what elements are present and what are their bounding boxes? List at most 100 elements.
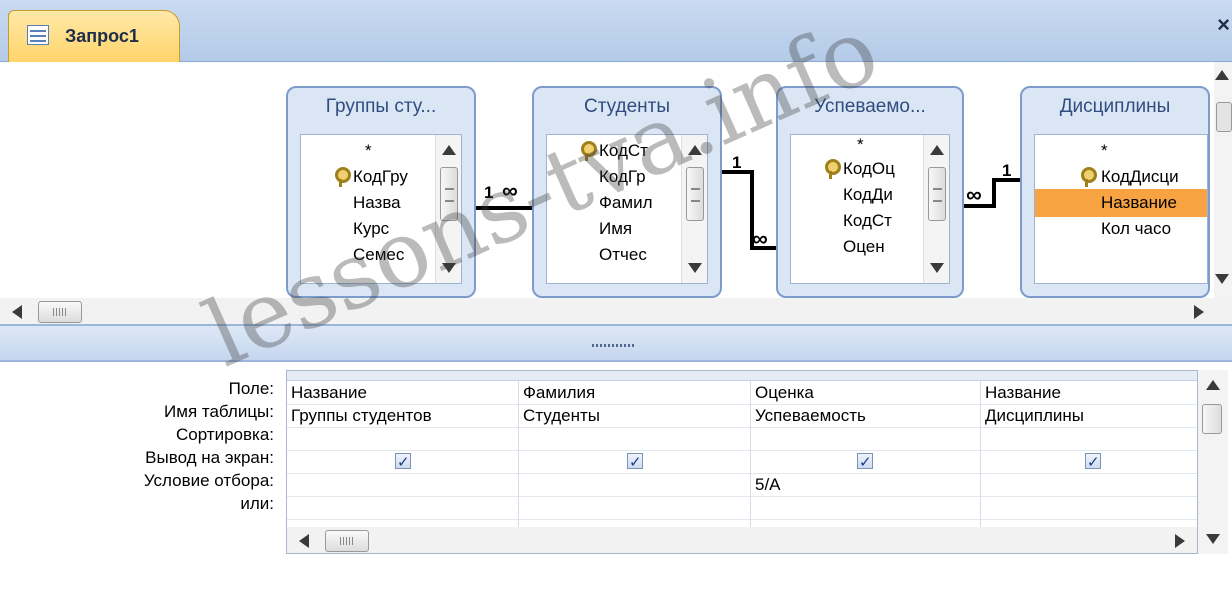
primary-key-icon	[581, 141, 597, 161]
tab-query1[interactable]: Запрос1	[8, 10, 180, 62]
relationship-one-label: 1	[484, 183, 494, 202]
table-design-pane: Группы сту... * КодГру Назва Курс Семес …	[0, 62, 1232, 324]
splitter-grip[interactable]	[592, 344, 636, 347]
primary-key-icon	[825, 159, 841, 179]
table-box-grades[interactable]: Успеваемо... * КодОц КодДи КодСт Оцен	[776, 86, 964, 298]
scroll-thumb[interactable]	[928, 167, 946, 221]
field-item[interactable]: КодДисци	[1101, 163, 1179, 191]
grid-cell-criteria[interactable]	[981, 473, 1197, 496]
relationship-line	[992, 178, 996, 208]
grid-cell-or[interactable]	[519, 496, 751, 519]
grid-cell-field[interactable]: Фамилия	[519, 381, 751, 404]
grid-cell-field[interactable]: Название	[287, 381, 519, 404]
table-title: Студенты	[583, 96, 670, 117]
scroll-up-icon[interactable]	[442, 145, 456, 155]
field-item[interactable]: КодГру	[353, 163, 408, 191]
table-title: Дисциплины	[1059, 96, 1171, 117]
field-item[interactable]: Семес	[353, 241, 404, 269]
field-item[interactable]: КодГр	[599, 163, 646, 191]
grid-cell-table[interactable]: Успеваемость	[751, 404, 981, 427]
scroll-down-icon[interactable]	[442, 263, 456, 273]
field-item-selected[interactable]: Название	[1035, 189, 1207, 217]
grid-cell-table[interactable]: Группы студентов	[287, 404, 519, 427]
scroll-thumb[interactable]	[440, 167, 458, 221]
scroll-down-icon[interactable]	[930, 263, 944, 273]
scroll-left-icon[interactable]	[299, 534, 309, 548]
field-list-scrollbar[interactable]	[681, 135, 707, 283]
field-item[interactable]: Отчес	[599, 241, 647, 269]
checkbox-checked-icon[interactable]	[395, 451, 411, 473]
scroll-down-icon[interactable]	[1215, 274, 1229, 284]
relationship-many-label: ∞	[966, 182, 982, 207]
field-list-scrollbar[interactable]	[923, 135, 949, 283]
checkbox-checked-icon[interactable]	[857, 451, 873, 473]
scroll-thumb[interactable]	[1216, 102, 1232, 132]
field-item[interactable]: Назва	[353, 189, 401, 217]
grid-cell-table[interactable]: Дисциплины	[981, 404, 1197, 427]
checkbox-checked-icon[interactable]	[1085, 451, 1101, 473]
field-list: * КодДисци Название Кол часо	[1034, 134, 1208, 284]
grid-cell-field[interactable]: Название	[981, 381, 1197, 404]
grid-cell-sort[interactable]	[519, 427, 751, 450]
query-grid: Название Группы студентов Фамилия Студен…	[286, 370, 1198, 554]
scroll-down-icon[interactable]	[688, 263, 702, 273]
field-item[interactable]: КодСт	[843, 207, 892, 235]
row-label-or: или:	[240, 494, 274, 513]
scroll-right-icon[interactable]	[1194, 305, 1204, 319]
scroll-thumb[interactable]	[38, 301, 82, 323]
table-box-disciplines[interactable]: Дисциплины * КодДисци Название Кол часо	[1020, 86, 1210, 298]
grid-cell-criteria[interactable]: 5/А	[751, 473, 981, 496]
table-box-students[interactable]: Студенты КодСт КодГр Фамил Имя Отчес	[532, 86, 722, 298]
field-item[interactable]: Оцен	[843, 233, 885, 261]
scroll-up-icon[interactable]	[1206, 380, 1220, 390]
design-pane-horizontal-scrollbar[interactable]	[0, 298, 1232, 324]
grid-cell-sort[interactable]	[751, 427, 981, 450]
grid-cell-show[interactable]	[751, 450, 981, 473]
scroll-right-icon[interactable]	[1175, 534, 1185, 548]
grid-cell-sort[interactable]	[981, 427, 1197, 450]
field-item[interactable]: Фамил	[599, 189, 652, 217]
field-item[interactable]: Курс	[353, 215, 389, 243]
grid-cell-criteria[interactable]	[519, 473, 751, 496]
field-item[interactable]: КодОц	[843, 155, 895, 183]
relationship-many-label: ∞	[502, 178, 518, 203]
field-list: КодСт КодГр Фамил Имя Отчес	[546, 134, 708, 284]
table-box-student-groups[interactable]: Группы сту... * КодГру Назва Курс Семес	[286, 86, 476, 298]
scroll-left-icon[interactable]	[12, 305, 22, 319]
checkbox-checked-icon[interactable]	[627, 451, 643, 473]
scroll-thumb[interactable]	[325, 530, 369, 552]
grid-cell-sort[interactable]	[287, 427, 519, 450]
document-tab-bar: Запрос1 ×	[0, 0, 1232, 62]
grid-cell-table[interactable]: Студенты	[519, 404, 751, 427]
grid-cell-field[interactable]: Оценка	[751, 381, 981, 404]
grid-cell-show[interactable]	[287, 450, 519, 473]
query-icon	[27, 25, 49, 45]
grid-cell-or[interactable]	[981, 496, 1197, 519]
grid-cell-or[interactable]	[751, 496, 981, 519]
field-list-scrollbar[interactable]	[435, 135, 461, 283]
scroll-thumb[interactable]	[686, 167, 704, 221]
scroll-up-icon[interactable]	[930, 145, 944, 155]
column-selector-bar[interactable]	[287, 371, 1197, 381]
scroll-thumb[interactable]	[1202, 404, 1222, 434]
design-pane-vertical-scrollbar[interactable]	[1214, 62, 1232, 298]
close-icon[interactable]: ×	[1217, 12, 1230, 38]
query-design-grid-pane: Поле: Имя таблицы: Сортировка: Вывод на …	[0, 362, 1232, 591]
row-label-table: Имя таблицы:	[164, 402, 274, 421]
scroll-up-icon[interactable]	[688, 145, 702, 155]
grid-cell-or[interactable]	[287, 496, 519, 519]
pane-splitter[interactable]	[0, 324, 1232, 362]
grid-cell-criteria[interactable]	[287, 473, 519, 496]
field-item[interactable]: Кол часо	[1101, 215, 1171, 243]
grid-horizontal-scrollbar[interactable]	[287, 527, 1197, 553]
grid-cell-show[interactable]	[981, 450, 1197, 473]
field-item[interactable]: КодСт	[599, 137, 648, 165]
field-item[interactable]: *	[1101, 137, 1108, 165]
field-item[interactable]: КодДи	[843, 181, 893, 209]
field-item[interactable]: Имя	[599, 215, 632, 243]
grid-vertical-scrollbar[interactable]	[1198, 370, 1228, 554]
field-item[interactable]: *	[365, 137, 372, 165]
scroll-down-icon[interactable]	[1206, 534, 1220, 544]
scroll-up-icon[interactable]	[1215, 70, 1229, 80]
grid-cell-show[interactable]	[519, 450, 751, 473]
